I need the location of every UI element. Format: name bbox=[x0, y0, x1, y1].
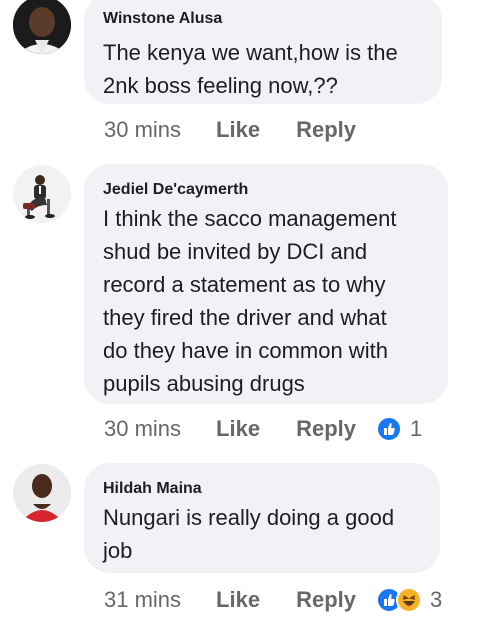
profile-photo bbox=[13, 464, 71, 522]
comment-text-line: do they have in common with bbox=[103, 338, 388, 363]
profile-photo bbox=[13, 165, 71, 223]
haha-icon bbox=[396, 587, 422, 613]
comment-actions: 31 mins Like Reply 3 bbox=[104, 585, 442, 615]
author-name[interactable]: Jediel De'caymerth bbox=[103, 180, 434, 200]
avatar[interactable] bbox=[13, 0, 71, 54]
reply-button[interactable]: Reply bbox=[296, 416, 356, 442]
reaction-count: 1 bbox=[410, 416, 423, 441]
reaction-summary[interactable]: 1 bbox=[376, 416, 422, 442]
comment-actions: 30 mins Like Reply bbox=[104, 115, 356, 145]
comment-bubble: Hildah Maina Nungari is really doing a g… bbox=[84, 463, 440, 573]
timestamp[interactable]: 30 mins bbox=[104, 416, 181, 442]
reply-button[interactable]: Reply bbox=[296, 587, 356, 613]
avatar[interactable] bbox=[13, 165, 71, 223]
avatar[interactable] bbox=[13, 464, 71, 522]
comment-text: Nungari is really doing a good job bbox=[103, 501, 426, 567]
comment-text-line: record a statement as to why bbox=[103, 272, 386, 297]
like-button[interactable]: Like bbox=[216, 587, 260, 613]
reaction-count: 3 bbox=[430, 587, 443, 612]
like-icon bbox=[376, 416, 402, 442]
comment-text-line: pupils abusing drugs bbox=[103, 371, 305, 396]
reaction-summary[interactable]: 3 bbox=[376, 587, 442, 613]
comment-text-line: job bbox=[103, 538, 133, 563]
comment-bubble: Winstone Alusa The kenya we want,how is … bbox=[84, 0, 442, 104]
comment-text-line: The kenya we want,how is the bbox=[103, 40, 398, 65]
timestamp[interactable]: 30 mins bbox=[104, 117, 181, 143]
comment-text-line: Nungari is really doing a good bbox=[103, 505, 395, 530]
comment-text-line: I think the sacco management bbox=[103, 206, 397, 231]
comment-text-line: they fired the driver and what bbox=[103, 305, 387, 330]
reply-button[interactable]: Reply bbox=[296, 117, 356, 143]
comment-text-line: shud be invited by DCI and bbox=[103, 239, 368, 264]
comment-bubble: Jediel De'caymerth I think the sacco man… bbox=[84, 164, 448, 404]
like-button[interactable]: Like bbox=[216, 117, 260, 143]
profile-photo bbox=[13, 0, 71, 54]
comment-text: I think the sacco management shud be inv… bbox=[103, 202, 434, 400]
timestamp[interactable]: 31 mins bbox=[104, 587, 181, 613]
comment-actions: 30 mins Like Reply 1 bbox=[104, 414, 422, 444]
author-name[interactable]: Winstone Alusa bbox=[103, 9, 428, 29]
comment-text: The kenya we want,how is the 2nk boss fe… bbox=[103, 36, 428, 102]
comment-text-line: 2nk boss feeling now,?? bbox=[103, 73, 338, 98]
author-name[interactable]: Hildah Maina bbox=[103, 479, 426, 499]
like-button[interactable]: Like bbox=[216, 416, 260, 442]
